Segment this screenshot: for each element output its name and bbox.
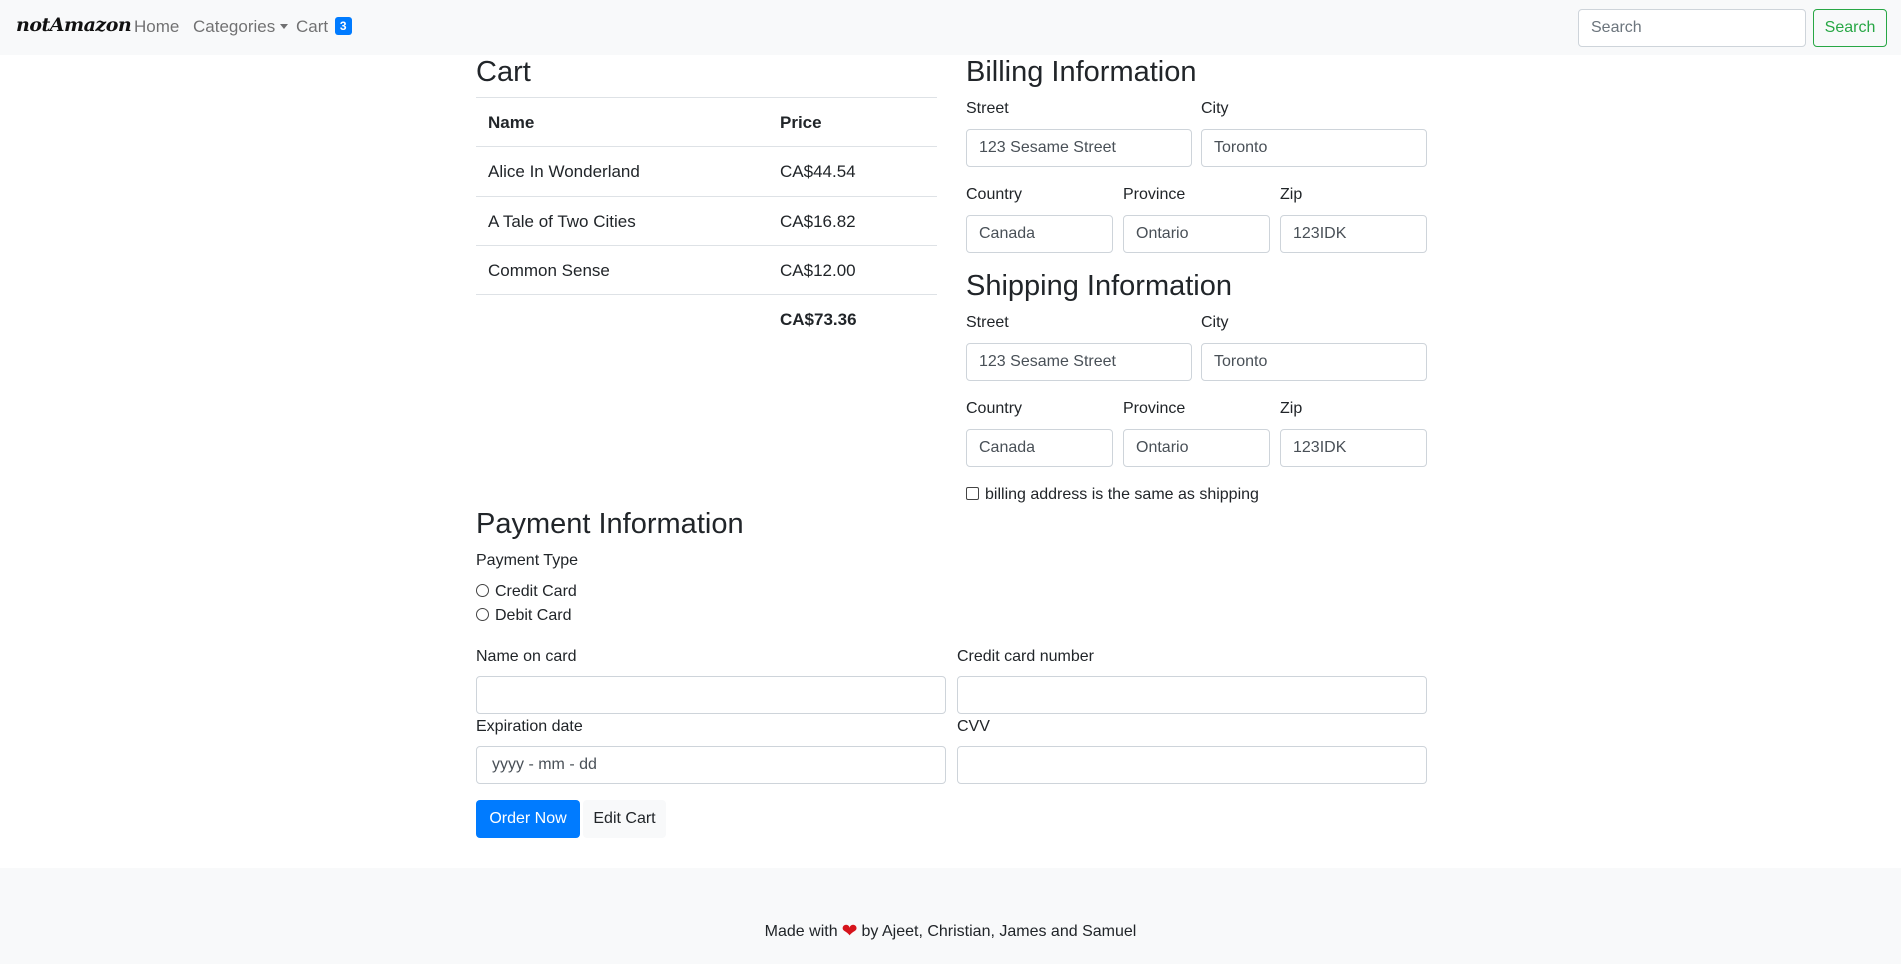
billing-city-input[interactable] [1201,129,1427,167]
billing-street-input[interactable] [966,129,1192,167]
navbar: notAmazon Home Categories Cart 3 Search [0,0,1901,55]
cart-table: Name Price Alice In Wonderland CA$44.54 … [476,97,937,343]
radio-circle[interactable] [476,608,489,621]
billing-country-label: Country [966,186,1023,203]
cart-count-badge: 3 [334,17,352,35]
footer-made-with: Made with [764,923,838,940]
billing-street-label: Street [966,100,1009,117]
debit-card-radio[interactable]: Debit Card [476,607,571,625]
debit-card-label: Debit Card [495,607,572,624]
billing-zip-input[interactable] [1280,215,1427,253]
search-button[interactable]: Search [1813,9,1887,47]
billing-country-input[interactable] [966,215,1113,253]
shipping-title: Shipping Information [966,270,1232,302]
expiration-date-label: Expiration date [476,718,583,735]
billing-zip-label: Zip [1280,186,1303,203]
shipping-province-input[interactable] [1123,429,1270,467]
cart-item-price: CA$16.82 [780,212,856,231]
shipping-street-label: Street [966,314,1009,331]
nav-categories-label: Categories [193,17,276,36]
edit-cart-button[interactable]: Edit Cart [583,800,666,838]
cart-total: CA$73.36 [780,310,857,329]
footer-text: Made with ❤ by Ajeet, Christian, James and… [0,920,1901,943]
cart-table-header: Name Price [476,97,937,147]
shipping-zip-input[interactable] [1280,429,1427,467]
credit-card-radio[interactable]: Credit Card [476,583,577,601]
cart-total-row: CA$73.36 [476,294,937,343]
footer [0,868,1901,964]
payment-title: Payment Information [476,508,744,540]
cvv-label: CVV [957,718,990,735]
payment-type-label: Payment Type [476,552,578,569]
cart-item-name: A Tale of Two Cities [488,212,636,231]
credit-card-label: Credit Card [495,583,577,600]
card-number-input[interactable] [957,676,1427,714]
card-number-label: Credit card number [957,648,1094,665]
cart-item-price: CA$44.54 [780,162,856,181]
radio-circle[interactable] [476,584,489,597]
nav-cart-label: Cart [296,17,329,36]
table-row: Common Sense CA$12.00 [476,245,937,294]
shipping-province-label: Province [1123,400,1186,417]
cart-item-price: CA$12.00 [780,261,856,280]
shipping-city-label: City [1201,314,1229,331]
billing-province-label: Province [1123,186,1186,203]
caret-down-icon [280,24,289,29]
expiration-date-input[interactable] [476,746,946,784]
cart-item-name: Common Sense [488,261,610,280]
billing-city-label: City [1201,100,1229,117]
nav-cart-link[interactable]: Cart 3 [296,17,352,37]
cart-title: Cart [476,56,531,88]
heart-icon: ❤ [841,921,858,942]
cart-item-name: Alice In Wonderland [488,162,640,181]
table-row: Alice In Wonderland CA$44.54 [476,147,937,196]
nav-categories-dropdown[interactable]: Categories [193,17,289,37]
checkbox-box[interactable] [966,487,979,500]
order-now-button[interactable]: Order Now [476,800,580,838]
same-address-checkbox[interactable]: billing address is the same as shipping [966,486,1259,504]
shipping-street-input[interactable] [966,343,1192,381]
billing-province-input[interactable] [1123,215,1270,253]
column-header-price: Price [780,113,822,132]
search-input[interactable] [1578,9,1806,47]
nav-home-link[interactable]: Home [134,17,179,37]
footer-authors: by Ajeet, Christian, James and Samuel [861,923,1137,940]
cvv-input[interactable] [957,746,1427,784]
shipping-zip-label: Zip [1280,400,1303,417]
column-header-name: Name [488,113,535,132]
billing-title: Billing Information [966,56,1197,88]
name-on-card-input[interactable] [476,676,946,714]
table-row: A Tale of Two Cities CA$16.82 [476,196,937,245]
brand-logo[interactable]: notAmazon [16,14,132,36]
shipping-country-label: Country [966,400,1023,417]
shipping-city-input[interactable] [1201,343,1427,381]
name-on-card-label: Name on card [476,648,577,665]
shipping-country-input[interactable] [966,429,1113,467]
same-address-label: billing address is the same as shipping [985,486,1259,503]
